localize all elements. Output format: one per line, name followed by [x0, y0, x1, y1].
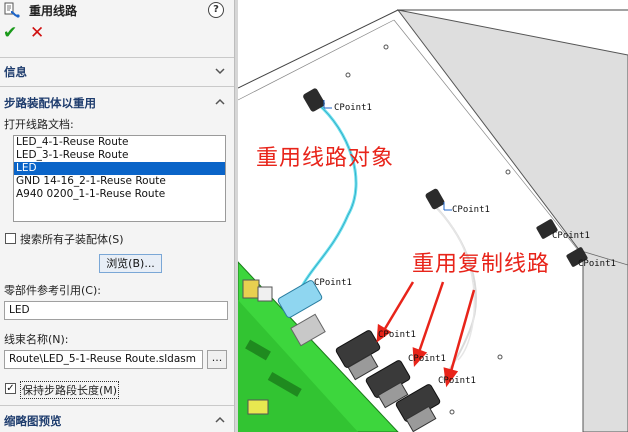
ok-check-icon[interactable]: ✔ [3, 25, 17, 42]
divider [0, 405, 234, 406]
divider [0, 86, 234, 87]
harness-name-field[interactable]: Route\LED_5-1-Reuse Route.sldasm [4, 350, 203, 369]
keep-segment-length-checkbox[interactable]: ✓ [5, 383, 16, 394]
browse-button[interactable]: 浏览(B)... [99, 254, 162, 273]
harness-name-label: 线束名称(N): [4, 333, 69, 346]
cpoint-label: CPoint1 [438, 376, 476, 386]
assembly-view: CPoint1 CPoint1 CPoint1 CPoint1 CPoint1 … [238, 9, 628, 432]
cpoint-label: CPoint1 [552, 231, 590, 241]
chevron-up-icon[interactable] [215, 97, 225, 107]
cpoint-label: CPoint1 [314, 278, 352, 288]
property-manager-panel: 重用线路 ? ✔ ✕ 信息 步路装配体以重用 打开线路文档: LED_4-1-R… [0, 0, 234, 432]
list-item[interactable]: GND 14-16_2-1-Reuse Route [14, 175, 225, 188]
help-icon[interactable]: ? [208, 2, 224, 18]
list-item[interactable]: A940 0200_1-1-Reuse Route [14, 188, 225, 201]
component-ref-label: 零部件参考引用(C): [4, 284, 101, 297]
open-route-docs-label: 打开线路文档: [4, 118, 74, 131]
graphics-viewport[interactable]: CPoint1 CPoint1 CPoint1 CPoint1 CPoint1 … [238, 0, 628, 432]
section-step-header[interactable]: 步路装配体以重用 [4, 95, 96, 111]
cpoint-label: CPoint1 [334, 103, 372, 113]
cpoint-label: CPoint1 [578, 259, 616, 269]
panel-title: 重用线路 [29, 4, 78, 18]
cpoint-label: CPoint1 [452, 205, 490, 215]
reuse-route-icon [4, 2, 20, 18]
search-subassemblies-checkbox[interactable] [5, 233, 16, 244]
chevron-down-icon[interactable] [215, 66, 225, 76]
harness-browse-button[interactable]: ... [207, 350, 227, 369]
list-item[interactable]: LED_4-1-Reuse Route [14, 136, 225, 149]
cancel-close-icon[interactable]: ✕ [30, 25, 44, 42]
search-subassemblies-label: 搜索所有子装配体(S) [20, 233, 124, 246]
component-ref-field[interactable]: LED [4, 301, 228, 320]
list-item[interactable]: LED_3-1-Reuse Route [14, 149, 225, 162]
annotation-reuse-target: 重用线路对象 [256, 146, 395, 171]
annotation-reuse-copy: 重用复制线路 [412, 252, 551, 277]
route-documents-list[interactable]: LED_4-1-Reuse Route LED_3-1-Reuse Route … [13, 135, 226, 222]
chevron-up-icon[interactable] [215, 415, 225, 425]
section-info-header[interactable]: 信息 [4, 64, 27, 80]
keep-segment-length-label: 保持步路段长度(M) [20, 381, 120, 399]
divider [0, 57, 234, 58]
cpoint-label: CPoint1 [378, 330, 416, 340]
list-item[interactable]: LED [14, 162, 225, 175]
cpoint-label: CPoint1 [408, 354, 446, 364]
section-thumbnail-header[interactable]: 缩略图预览 [4, 413, 62, 429]
